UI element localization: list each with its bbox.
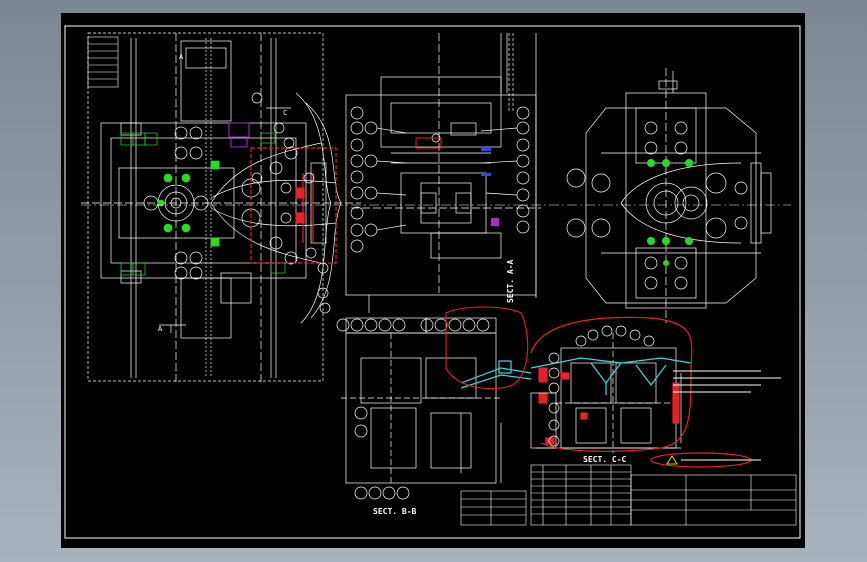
green-components-right <box>647 159 693 266</box>
bom-table <box>530 464 632 526</box>
cad-drawing-sheet: A A C SECT. A-A SECT. B-B SECT. C-C <box>61 13 805 548</box>
revision-table-upper-left <box>87 36 119 88</box>
balloon-row-bb-bottom <box>354 406 410 500</box>
view-marker-c: C <box>283 109 287 117</box>
section-bb-view <box>341 317 502 484</box>
balloon-column-left-aa <box>350 106 407 253</box>
technical-notes-block <box>673 370 781 393</box>
balloon-row-bb-top <box>336 318 490 332</box>
balloon-column-right-aa <box>480 106 530 234</box>
purple-components-left <box>228 122 250 148</box>
red-markup-bb <box>445 306 548 404</box>
section-cc-label: SECT. C-C <box>583 455 627 464</box>
view-marker-a-bottom: A <box>158 325 163 333</box>
warning-triangle-icon <box>666 455 678 465</box>
title-block <box>630 474 797 526</box>
approval-table <box>460 490 527 526</box>
plan-view-left <box>81 32 361 383</box>
right-view <box>566 68 772 323</box>
balloon-cluster-cc <box>548 325 655 447</box>
cad-drawing-canvas[interactable]: A A C SECT. A-A SECT. B-B SECT. C-C <box>61 13 805 548</box>
view-marker-a-top: A <box>179 53 184 61</box>
section-aa-label: SECT. A-A <box>506 259 515 303</box>
section-bb-label: SECT. B-B <box>373 507 417 516</box>
green-components-left <box>120 132 286 276</box>
